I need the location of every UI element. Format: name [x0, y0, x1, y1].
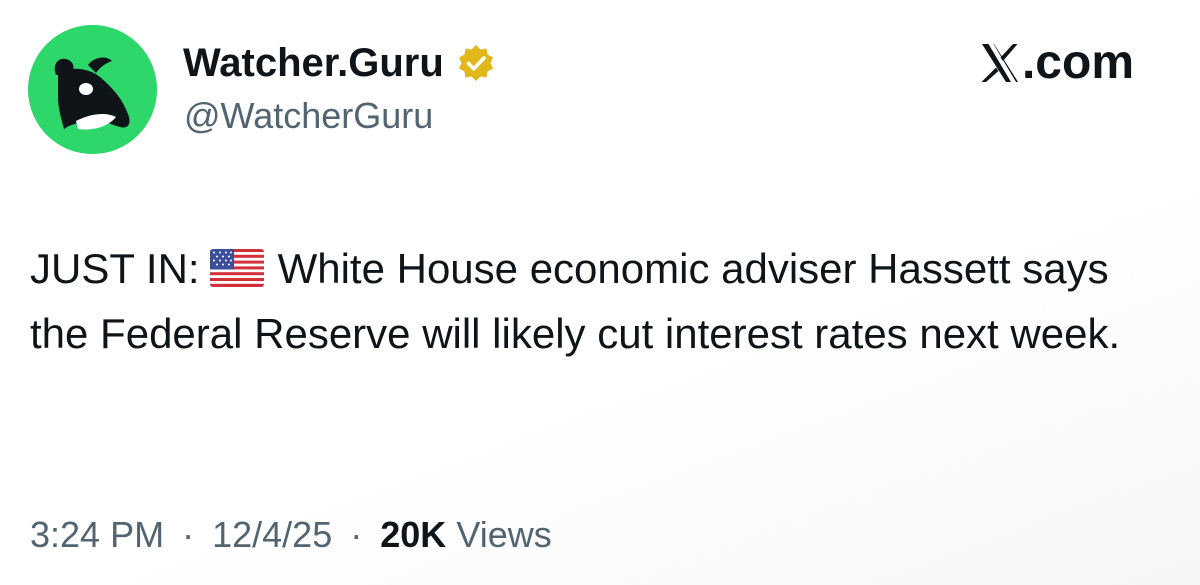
author-display-name[interactable]: Watcher.Guru — [183, 40, 496, 86]
author-handle[interactable]: @WatcherGuru — [184, 95, 433, 137]
verified-badge-icon — [458, 45, 493, 81]
brand-domain-suffix: .com — [1021, 36, 1134, 89]
post-card: Watcher.Guru @WatcherGuru .com JUST IN: — [0, 0, 1200, 585]
post-text-prefix: JUST IN: — [30, 245, 200, 292]
meta-separator: · — [182, 514, 195, 555]
post-date[interactable]: 12/4/25 — [212, 514, 332, 555]
us-flag-icon — [209, 249, 264, 287]
author-name-text: Watcher.Guru — [183, 41, 444, 85]
avatar[interactable] — [28, 25, 157, 154]
post-text: JUST IN: White House economic adviser Ha… — [30, 236, 1150, 366]
whale-icon — [28, 25, 157, 154]
meta-separator: · — [350, 514, 363, 555]
x-com-brand: .com — [980, 36, 1134, 90]
post-meta: 3:24 PM · 12/4/25 · 20K Views — [30, 513, 552, 557]
views-count: 20K — [380, 514, 447, 555]
x-logo-icon — [981, 44, 1018, 82]
views-label: Views — [456, 514, 552, 555]
post-time[interactable]: 3:24 PM — [30, 514, 164, 555]
